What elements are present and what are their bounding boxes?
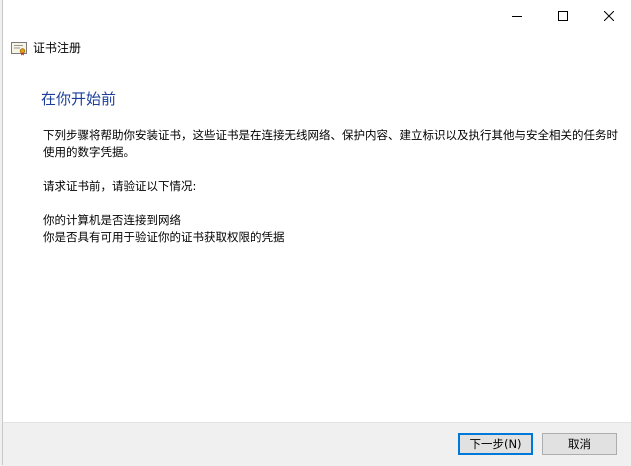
maximize-icon xyxy=(558,11,568,21)
close-button[interactable] xyxy=(586,0,631,32)
next-button[interactable]: 下一步(N) xyxy=(458,433,533,455)
minimize-icon xyxy=(512,16,522,17)
verify-paragraph: 请求证书前，请验证以下情况: xyxy=(43,179,197,193)
requirement-item: 你是否具有可用于验证你的证书获取权限的凭据 xyxy=(43,230,285,244)
certificate-enrollment-window: 证书注册 在你开始前 下列步骤将帮助你安装证书，这些证书是在连接无线网络、保护内… xyxy=(2,0,631,466)
requirements-list: 你的计算机是否连接到网络 你是否具有可用于验证你的证书获取权限的凭据 xyxy=(43,212,618,246)
close-icon xyxy=(604,11,614,21)
certificate-icon xyxy=(11,41,27,56)
requirement-item: 你的计算机是否连接到网络 xyxy=(43,213,181,227)
title-bar[interactable] xyxy=(3,0,631,32)
minimize-button[interactable] xyxy=(494,0,540,32)
app-title: 证书注册 xyxy=(33,41,82,55)
app-header: 证书注册 xyxy=(11,40,81,56)
intro-paragraph: 下列步骤将帮助你安装证书，这些证书是在连接无线网络、保护内容、建立标识以及执行其… xyxy=(43,128,618,159)
page-heading: 在你开始前 xyxy=(41,90,117,108)
footer: 下一步(N) 取消 xyxy=(3,422,631,466)
cancel-button[interactable]: 取消 xyxy=(542,433,617,455)
maximize-button[interactable] xyxy=(540,0,586,32)
